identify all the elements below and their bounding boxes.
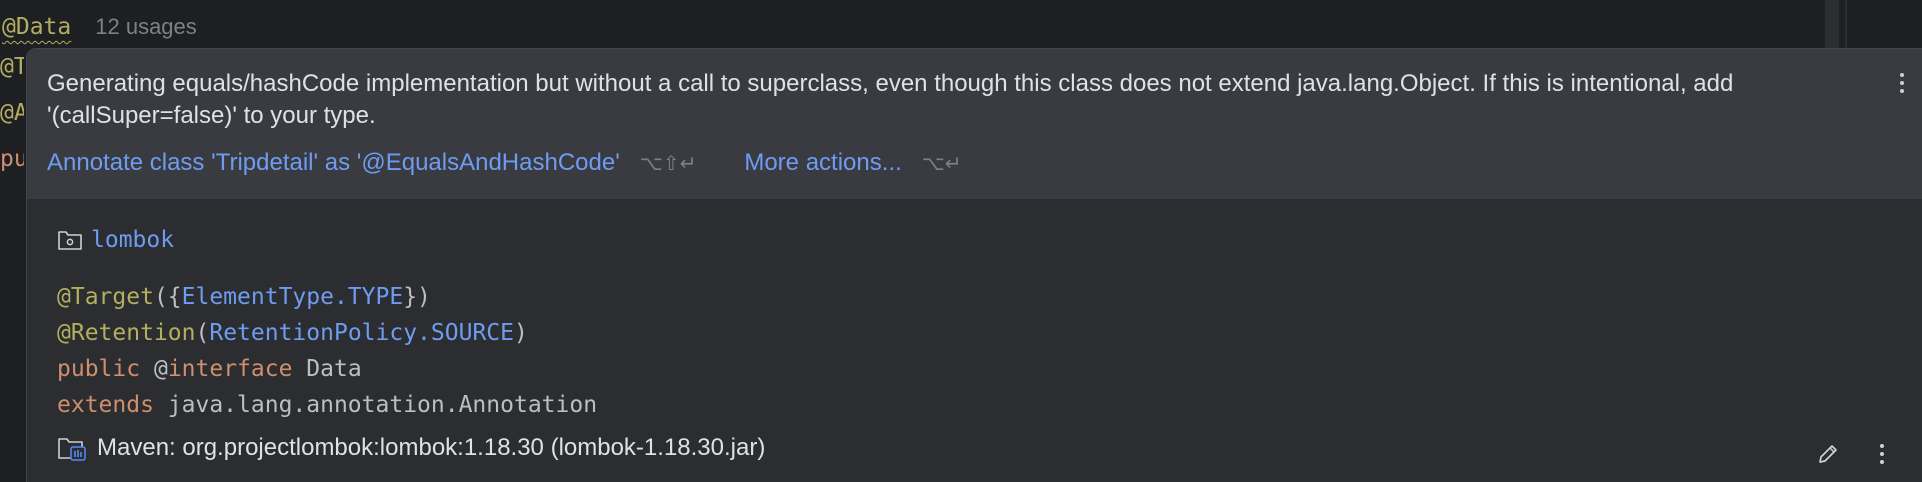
- signature-line-retention: @Retention(RetentionPolicy.SOURCE): [57, 320, 528, 346]
- more-actions-shortcut: ⌥↵: [921, 152, 962, 175]
- editor-line-fragment-allargs: @A: [0, 100, 24, 126]
- annotate-equals-hashcode-action[interactable]: Annotate class 'Tripdetail' as '@EqualsA…: [47, 149, 620, 177]
- editor-line-fragment-public: pu: [0, 146, 24, 172]
- signature-line-declaration: public @interface Data: [57, 356, 362, 382]
- signature-line-target: @Target({ElementType.TYPE}): [57, 284, 431, 310]
- more-actions-link[interactable]: More actions...: [744, 149, 901, 177]
- more-vertical-icon[interactable]: [1892, 68, 1912, 98]
- editor-line-data-annotation: @Data 12 usages: [2, 10, 197, 44]
- warning-message: Generating equals/hashCode implementatio…: [47, 70, 1734, 129]
- usages-hint[interactable]: 12 usages: [95, 14, 197, 40]
- quick-fix-actions: Annotate class 'Tripdetail' as '@EqualsA…: [47, 147, 962, 179]
- data-annotation-text[interactable]: @Data: [2, 14, 71, 40]
- signature-line-extends: extends java.lang.annotation.Annotation: [57, 387, 597, 423]
- doc-package-row: lombok: [57, 223, 174, 257]
- doc-signature: @Target({ElementType.TYPE}) @Retention(Re…: [57, 279, 597, 423]
- annotation-supertype: java.lang.annotation.Annotation: [167, 392, 598, 418]
- pencil-icon[interactable]: [1815, 441, 1841, 467]
- annotation-name: Data: [306, 356, 362, 382]
- inspection-popup: Generating equals/hashCode implementatio…: [26, 48, 1922, 482]
- target-annotation: @Target: [57, 284, 154, 310]
- extends-keyword: extends: [57, 392, 154, 418]
- element-type-link[interactable]: ElementType.TYPE: [182, 284, 404, 310]
- package-folder-icon: [58, 231, 82, 250]
- annotate-shortcut: ⌥⇧↵: [639, 152, 697, 175]
- retention-policy-link[interactable]: RetentionPolicy.SOURCE: [209, 320, 514, 346]
- editor-line-fragment-target: @T: [0, 54, 24, 80]
- library-folder-icon: [58, 438, 86, 461]
- doc-more-vertical-icon[interactable]: [1872, 439, 1892, 469]
- retention-annotation: @Retention: [57, 320, 196, 346]
- interface-keyword: interface: [167, 356, 293, 382]
- public-keyword: public: [57, 356, 141, 382]
- doc-library-footer: Maven: org.projectlombok:lombok:1.18.30 …: [57, 431, 765, 465]
- popup-warning-section: Generating equals/hashCode implementatio…: [27, 49, 1922, 199]
- package-link[interactable]: lombok: [91, 227, 174, 253]
- library-label: Maven: org.projectlombok:lombok:1.18.30 …: [97, 434, 766, 461]
